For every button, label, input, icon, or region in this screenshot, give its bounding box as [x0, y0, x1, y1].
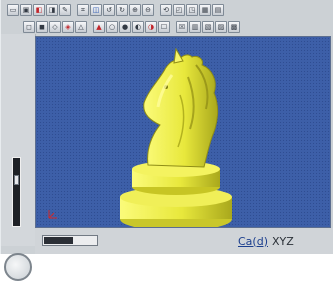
- app-window: ▭ ▣ ◧ ◨ ✎ ⌗ ◫ ↺ ↻ ⊕ ⊖ ⟲ ◰ ◳ ▦ ▤ ◻ ◼ ◇ ◈ △ ▲ ○ ● ◐ ◑ ☐ ☒ ▥ ▧ ▨ ▩: [0, 0, 333, 281]
- render-progress-fill: [44, 237, 73, 244]
- toolbar2-icon-5: △: [78, 22, 84, 31]
- toolbar-separator: [72, 3, 76, 17]
- toolbar1-button-7[interactable]: ◫: [90, 4, 102, 16]
- coordinate-value[interactable]: Ca(d): [238, 235, 268, 248]
- knight-ear: [173, 47, 184, 64]
- zoom-slider-thumb[interactable]: [14, 175, 19, 185]
- toolbar2-icon-3: ◇: [52, 22, 58, 31]
- toolbar2-button-8[interactable]: ●: [119, 21, 131, 33]
- toolbar2-button-5[interactable]: △: [75, 21, 87, 33]
- toolbar2-icon-1: ◻: [26, 22, 32, 31]
- toolbar1-button-5[interactable]: ✎: [59, 4, 71, 16]
- toolbar2-icon-12: ☒: [178, 22, 186, 31]
- toolbar2-button-3[interactable]: ◇: [49, 21, 61, 33]
- toolbar1-button-9[interactable]: ↻: [116, 4, 128, 16]
- toolbar1-icon-1: ▭: [9, 5, 17, 14]
- trackball-rotate-control[interactable]: [4, 253, 32, 281]
- toolbar1-icon-11: ⊖: [145, 5, 151, 14]
- toolbar1-button-14[interactable]: ◳: [186, 4, 198, 16]
- left-tool-panel: [1, 34, 36, 281]
- toolbar1-button-10[interactable]: ⊕: [129, 4, 141, 16]
- toolbar2-icon-4: ◈: [65, 22, 71, 31]
- toolbar2-icon-15: ▨: [217, 22, 225, 31]
- toolbar2-icon-11: ☐: [160, 22, 168, 31]
- toolbar2-button-16[interactable]: ▩: [228, 21, 240, 33]
- toolbar2-button-12[interactable]: ☒: [176, 21, 188, 33]
- toolbar2-button-6[interactable]: ▲: [93, 21, 105, 33]
- toolbar1-button-1[interactable]: ▭: [7, 4, 19, 16]
- coordinate-readout: Ca(d) XYZ: [238, 233, 294, 249]
- toolbar2-icon-6: ▲: [96, 22, 102, 31]
- toolbar-row-2: ◻ ◼ ◇ ◈ △ ▲ ○ ● ◐ ◑ ☐ ☒ ▥ ▧ ▨ ▩: [23, 20, 323, 34]
- toolbar-separator: [171, 20, 175, 34]
- toolbar2-icon-8: ●: [121, 22, 129, 31]
- status-bar: Ca(d) XYZ: [35, 228, 333, 254]
- toolbar2-icon-13: ▥: [191, 22, 199, 31]
- toolbar1-button-3[interactable]: ◧: [33, 4, 45, 16]
- toolbar1-button-16[interactable]: ▤: [212, 4, 224, 16]
- toolbar1-icon-3: ◧: [35, 5, 43, 14]
- axis-gizmo: [48, 210, 57, 219]
- toolbar2-button-10[interactable]: ◑: [145, 21, 157, 33]
- toolbar1-button-6[interactable]: ⌗: [77, 4, 89, 16]
- toolbar2-button-2[interactable]: ◼: [36, 21, 48, 33]
- toolbar-separator: [88, 20, 92, 34]
- knight-head: [143, 54, 219, 168]
- toolbar2-icon-9: ◐: [134, 22, 142, 31]
- toolbar1-button-4[interactable]: ◨: [46, 4, 58, 16]
- toolbar1-button-11[interactable]: ⊖: [142, 4, 154, 16]
- toolbar1-button-13[interactable]: ◰: [173, 4, 185, 16]
- toolbar1-icon-6: ⌗: [81, 5, 85, 14]
- toolbar1-icon-5: ✎: [62, 5, 68, 14]
- toolbar2-button-4[interactable]: ◈: [62, 21, 74, 33]
- toolbar2-button-13[interactable]: ▥: [189, 21, 201, 33]
- toolbar2-button-1[interactable]: ◻: [23, 21, 35, 33]
- toolbar2-button-7[interactable]: ○: [106, 21, 118, 33]
- toolbar-separator: [155, 3, 159, 17]
- toolbar2-icon-14: ▧: [204, 22, 212, 31]
- toolbar1-icon-14: ◳: [188, 5, 196, 14]
- 3d-viewport[interactable]: [35, 36, 331, 228]
- toolbar1-button-12[interactable]: ⟲: [160, 4, 172, 16]
- toolbar1-button-8[interactable]: ↺: [103, 4, 115, 16]
- toolbar1-icon-4: ◨: [48, 5, 56, 14]
- toolbar1-button-2[interactable]: ▣: [20, 4, 32, 16]
- toolbar2-button-9[interactable]: ◐: [132, 21, 144, 33]
- toolbar2-icon-7: ○: [108, 22, 116, 31]
- toolbar1-button-15[interactable]: ▦: [199, 4, 211, 16]
- toolbar1-icon-7: ◫: [92, 5, 100, 14]
- zoom-slider[interactable]: [12, 157, 21, 227]
- coordinate-label: XYZ: [272, 234, 294, 248]
- toolbar2-button-15[interactable]: ▨: [215, 21, 227, 33]
- toolbar1-icon-12: ⟲: [163, 5, 169, 14]
- toolbar1-icon-8: ↺: [106, 5, 112, 14]
- toolbar1-icon-16: ▤: [214, 5, 222, 14]
- toolbar2-button-11[interactable]: ☐: [158, 21, 170, 33]
- toolbar2-button-14[interactable]: ▧: [202, 21, 214, 33]
- toolbar1-icon-10: ⊕: [132, 5, 138, 14]
- toolbar-row-1: ▭ ▣ ◧ ◨ ✎ ⌗ ◫ ↺ ↻ ⊕ ⊖ ⟲ ◰ ◳ ▦ ▤: [7, 3, 325, 17]
- toolbar1-icon-13: ◰: [175, 5, 183, 14]
- toolbar2-icon-10: ◑: [147, 22, 155, 31]
- toolbar1-icon-15: ▦: [201, 5, 209, 14]
- toolbar2-icon-2: ◼: [39, 22, 45, 31]
- toolbar1-icon-9: ↻: [119, 5, 125, 14]
- toolbar1-icon-2: ▣: [22, 5, 30, 14]
- render-progress-bar: [42, 235, 98, 246]
- toolbar2-icon-16: ▩: [230, 22, 238, 31]
- chess-knight-model: [120, 47, 232, 227]
